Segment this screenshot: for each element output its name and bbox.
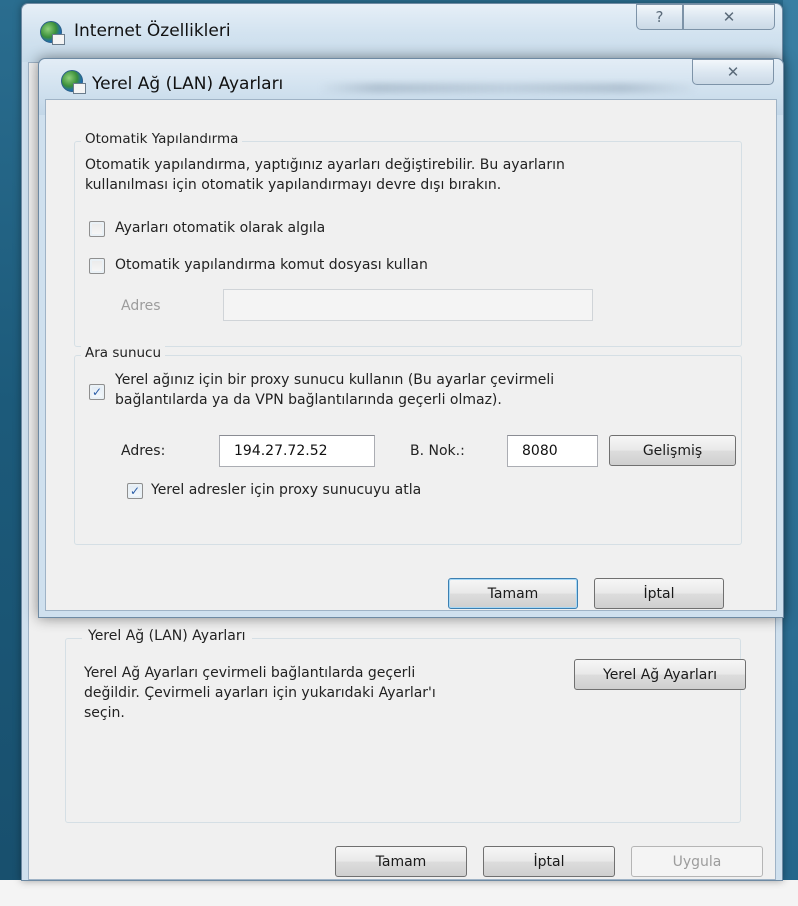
- checkmark-icon: ✓: [91, 385, 103, 399]
- auto-config-desc-line: Otomatik yapılandırma, yaptığınız ayarla…: [85, 157, 565, 173]
- desktop-bottom-edge: [0, 880, 798, 906]
- bypass-local-label[interactable]: Yerel adresler için proxy sunucuyu atla: [151, 480, 421, 500]
- lan-desc-line: Yerel Ağ Ayarları çevirmeli bağlantılard…: [84, 665, 416, 681]
- dialog-ok-button[interactable]: Tamam: [448, 578, 578, 609]
- use-proxy-label-line[interactable]: bağlantılarda ya da VPN bağlantılarında …: [115, 390, 502, 410]
- dialog-cancel-button[interactable]: İptal: [594, 578, 724, 609]
- auto-config-group: Otomatik Yapılandırma Otomatik yapılandı…: [74, 131, 742, 347]
- help-button[interactable]: ?: [636, 4, 683, 30]
- outer-title-bar[interactable]: Internet Özellikleri ? ✕: [22, 4, 782, 62]
- auto-config-desc-line: kullanılması için otomatik yapılandırmay…: [85, 177, 502, 193]
- outer-cancel-button[interactable]: İptal: [483, 846, 615, 877]
- lan-settings-dialog: Yerel Ağ (LAN) Ayarları ✕ Otomatik Yapıl…: [38, 58, 784, 618]
- help-icon: ?: [655, 8, 664, 26]
- use-script-label[interactable]: Otomatik yapılandırma komut dosyası kull…: [115, 255, 428, 275]
- lan-group-description: Yerel Ağ Ayarları çevirmeli bağlantılard…: [84, 663, 544, 723]
- lan-desc-line: seçin.: [84, 705, 125, 721]
- internet-options-icon: [40, 21, 65, 45]
- proxy-port-label: B. Nok.:: [410, 443, 465, 459]
- proxy-address-field[interactable]: 194.27.72.52: [219, 435, 375, 467]
- auto-config-legend: Otomatik Yapılandırma: [81, 131, 243, 147]
- dialog-title: Yerel Ağ (LAN) Ayarları: [92, 74, 284, 94]
- dialog-icon: [61, 70, 86, 94]
- proxy-port-field[interactable]: 8080: [507, 435, 598, 467]
- bypass-local-checkbox[interactable]: ✓: [127, 483, 143, 499]
- auto-detect-label[interactable]: Ayarları otomatik olarak algıla: [115, 218, 325, 238]
- desktop-edge: [783, 0, 798, 906]
- use-script-checkbox[interactable]: [89, 258, 105, 274]
- proxy-group: Ara sunucu ✓ Yerel ağınız için bir proxy…: [74, 345, 742, 545]
- dialog-body: Otomatik Yapılandırma Otomatik yapılandı…: [45, 99, 777, 611]
- outer-ok-button[interactable]: Tamam: [335, 846, 467, 877]
- proxy-legend: Ara sunucu: [81, 345, 166, 361]
- lan-settings-button[interactable]: Yerel Ağ Ayarları: [574, 659, 746, 690]
- proxy-address-label: Adres:: [121, 443, 166, 459]
- use-proxy-label-line[interactable]: Yerel ağınız için bir proxy sunucu kulla…: [115, 370, 554, 390]
- outer-window-title: Internet Özellikleri: [74, 21, 231, 41]
- use-proxy-checkbox[interactable]: ✓: [89, 384, 105, 400]
- lan-desc-line: değildir. Çevirmeli ayarları için yukarı…: [84, 685, 436, 701]
- dialog-close-button[interactable]: ✕: [692, 59, 774, 85]
- advanced-button[interactable]: Gelişmiş: [609, 435, 736, 466]
- checkmark-icon: ✓: [129, 484, 141, 498]
- outer-close-button[interactable]: ✕: [683, 4, 775, 30]
- script-address-field[interactable]: [223, 289, 593, 321]
- apply-button[interactable]: Uygula: [631, 846, 763, 877]
- lan-settings-group: Yerel Ağ (LAN) Ayarları Yerel Ağ Ayarlar…: [65, 628, 746, 823]
- auto-detect-checkbox[interactable]: [89, 221, 105, 237]
- close-icon: ✕: [722, 8, 736, 26]
- lan-group-legend: Yerel Ağ (LAN) Ayarları: [82, 628, 252, 644]
- script-address-label: Adres: [121, 298, 161, 314]
- blurred-background-tabs: [319, 83, 699, 93]
- close-icon: ✕: [726, 63, 740, 81]
